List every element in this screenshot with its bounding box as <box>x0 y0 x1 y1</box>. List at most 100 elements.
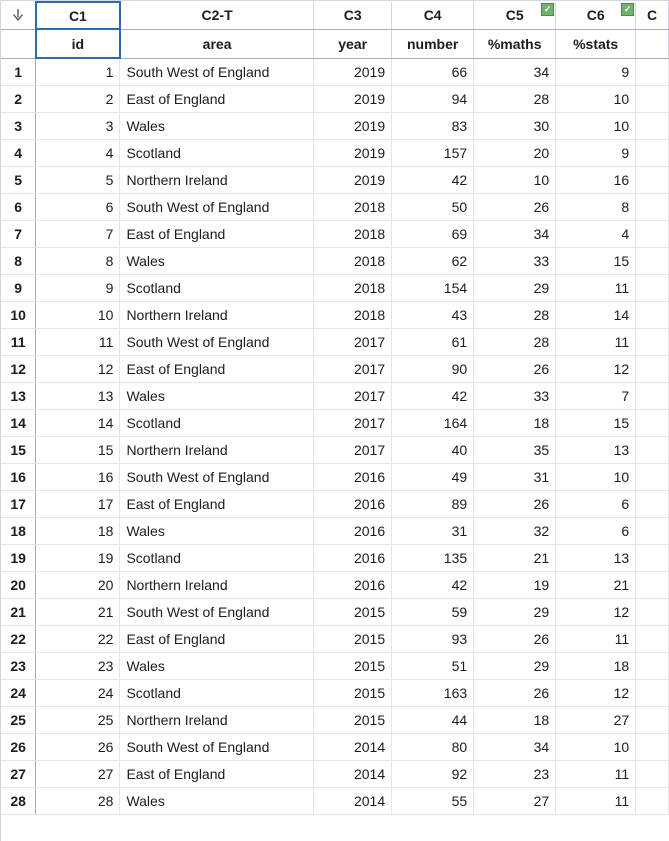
cell-id[interactable]: 15 <box>36 436 120 463</box>
cell-area[interactable]: Northern Ireland <box>120 436 314 463</box>
cell-year[interactable]: 2018 <box>314 301 392 328</box>
cell-maths[interactable]: 26 <box>474 355 556 382</box>
field-area[interactable]: area <box>120 29 314 58</box>
cell-number[interactable]: 42 <box>392 166 474 193</box>
cell-id[interactable]: 25 <box>36 706 120 733</box>
cell-id[interactable]: 28 <box>36 787 120 814</box>
cell-maths[interactable]: 28 <box>474 328 556 355</box>
cell-id[interactable]: 6 <box>36 193 120 220</box>
cell-area[interactable]: East of England <box>120 85 314 112</box>
cell-stats[interactable]: 21 <box>556 571 636 598</box>
cell-stats[interactable]: 7 <box>556 382 636 409</box>
cell-number[interactable]: 135 <box>392 544 474 571</box>
row-number[interactable]: 28 <box>1 787 36 814</box>
row-number[interactable]: 13 <box>1 382 36 409</box>
cell-id[interactable]: 21 <box>36 598 120 625</box>
cell-extra[interactable] <box>636 544 669 571</box>
cell-stats[interactable]: 10 <box>556 733 636 760</box>
cell-year[interactable]: 2019 <box>314 85 392 112</box>
cell-extra[interactable] <box>636 652 669 679</box>
field-extra[interactable] <box>636 29 669 58</box>
cell-number[interactable]: 31 <box>392 517 474 544</box>
cell-area[interactable]: East of England <box>120 490 314 517</box>
cell-year[interactable]: 2016 <box>314 517 392 544</box>
row-number[interactable]: 1 <box>1 58 36 85</box>
col-header-c3[interactable]: C3 <box>314 2 392 29</box>
row-number[interactable]: 19 <box>1 544 36 571</box>
cell-area[interactable]: Scotland <box>120 409 314 436</box>
row-number[interactable]: 23 <box>1 652 36 679</box>
cell-id[interactable]: 17 <box>36 490 120 517</box>
field-stats[interactable]: %stats <box>556 29 636 58</box>
cell-area[interactable]: South West of England <box>120 193 314 220</box>
cell-year[interactable]: 2019 <box>314 58 392 85</box>
cell-year[interactable]: 2015 <box>314 706 392 733</box>
cell-year[interactable]: 2014 <box>314 733 392 760</box>
cell-maths[interactable]: 18 <box>474 706 556 733</box>
cell-extra[interactable] <box>636 463 669 490</box>
row-number[interactable]: 17 <box>1 490 36 517</box>
row-number[interactable]: 2 <box>1 85 36 112</box>
cell-number[interactable]: 43 <box>392 301 474 328</box>
cell-maths[interactable]: 26 <box>474 490 556 517</box>
cell-area[interactable]: South West of England <box>120 733 314 760</box>
sort-indicator-corner[interactable] <box>1 2 36 29</box>
row-number[interactable]: 16 <box>1 463 36 490</box>
cell-maths[interactable]: 10 <box>474 166 556 193</box>
cell-number[interactable]: 44 <box>392 706 474 733</box>
cell-id[interactable]: 19 <box>36 544 120 571</box>
cell-stats[interactable]: 11 <box>556 328 636 355</box>
cell-year[interactable]: 2017 <box>314 409 392 436</box>
cell-area[interactable]: East of England <box>120 355 314 382</box>
cell-id[interactable]: 2 <box>36 85 120 112</box>
cell-id[interactable]: 26 <box>36 733 120 760</box>
cell-stats[interactable]: 12 <box>556 598 636 625</box>
row-number[interactable]: 3 <box>1 112 36 139</box>
cell-maths[interactable]: 29 <box>474 598 556 625</box>
cell-area[interactable]: East of England <box>120 625 314 652</box>
row-number[interactable]: 24 <box>1 679 36 706</box>
cell-area[interactable]: East of England <box>120 220 314 247</box>
cell-extra[interactable] <box>636 139 669 166</box>
cell-area[interactable]: Scotland <box>120 139 314 166</box>
cell-id[interactable]: 11 <box>36 328 120 355</box>
cell-extra[interactable] <box>636 274 669 301</box>
cell-number[interactable]: 93 <box>392 625 474 652</box>
cell-stats[interactable]: 16 <box>556 166 636 193</box>
cell-id[interactable]: 22 <box>36 625 120 652</box>
cell-area[interactable]: South West of England <box>120 58 314 85</box>
cell-stats[interactable]: 14 <box>556 301 636 328</box>
cell-id[interactable]: 12 <box>36 355 120 382</box>
cell-year[interactable]: 2014 <box>314 760 392 787</box>
cell-stats[interactable]: 13 <box>556 436 636 463</box>
cell-maths[interactable]: 19 <box>474 571 556 598</box>
cell-area[interactable]: South West of England <box>120 598 314 625</box>
cell-year[interactable]: 2015 <box>314 625 392 652</box>
cell-year[interactable]: 2019 <box>314 166 392 193</box>
cell-number[interactable]: 40 <box>392 436 474 463</box>
cell-extra[interactable] <box>636 706 669 733</box>
cell-extra[interactable] <box>636 490 669 517</box>
cell-stats[interactable]: 10 <box>556 85 636 112</box>
cell-number[interactable]: 49 <box>392 463 474 490</box>
cell-maths[interactable]: 34 <box>474 220 556 247</box>
cell-maths[interactable]: 30 <box>474 112 556 139</box>
cell-extra[interactable] <box>636 166 669 193</box>
cell-maths[interactable]: 26 <box>474 679 556 706</box>
cell-year[interactable]: 2015 <box>314 679 392 706</box>
cell-area[interactable]: Northern Ireland <box>120 166 314 193</box>
cell-area[interactable]: South West of England <box>120 463 314 490</box>
cell-area[interactable]: East of England <box>120 760 314 787</box>
cell-year[interactable]: 2017 <box>314 355 392 382</box>
cell-maths[interactable]: 35 <box>474 436 556 463</box>
cell-maths[interactable]: 28 <box>474 85 556 112</box>
row-number[interactable]: 4 <box>1 139 36 166</box>
cell-year[interactable]: 2018 <box>314 274 392 301</box>
cell-year[interactable]: 2016 <box>314 490 392 517</box>
cell-maths[interactable]: 34 <box>474 733 556 760</box>
cell-area[interactable]: Wales <box>120 382 314 409</box>
cell-year[interactable]: 2019 <box>314 112 392 139</box>
col-header-c4[interactable]: C4 <box>392 2 474 29</box>
cell-year[interactable]: 2017 <box>314 328 392 355</box>
cell-year[interactable]: 2018 <box>314 247 392 274</box>
